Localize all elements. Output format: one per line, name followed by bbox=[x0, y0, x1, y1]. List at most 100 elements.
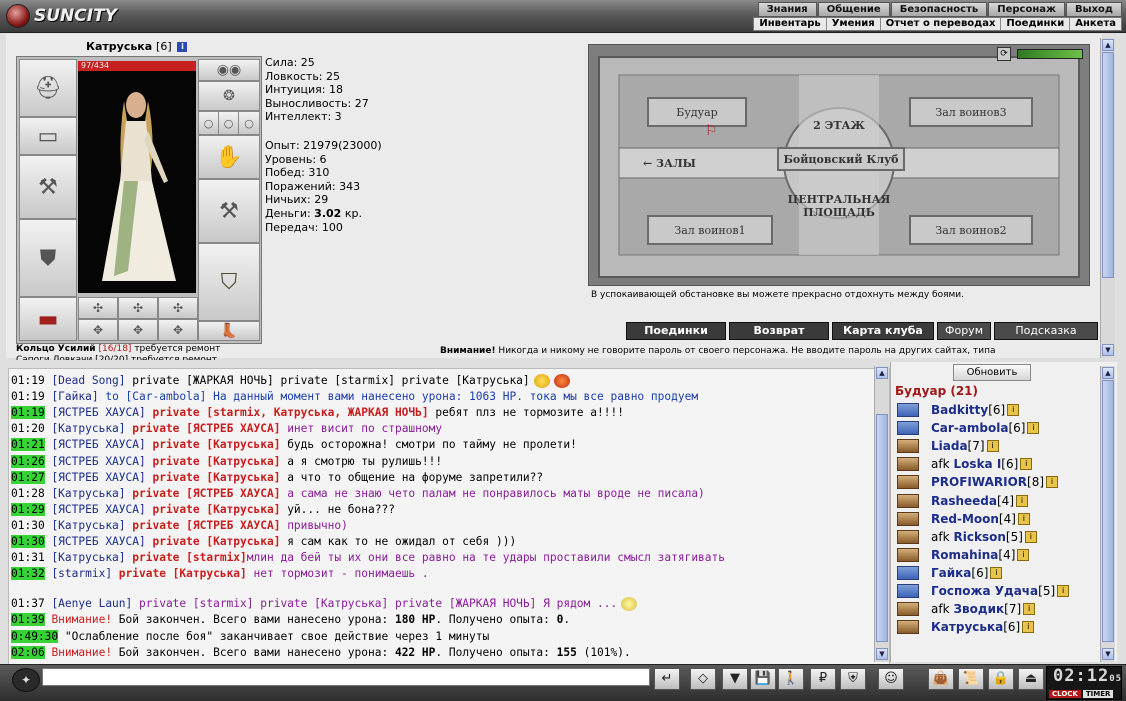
central-square-label[interactable]: ЦЕНТРАЛЬНАЯ ПЛОЩАДЬ bbox=[779, 193, 899, 219]
private-recipient[interactable]: private [Катруська] bbox=[146, 455, 280, 468]
message-timestamp[interactable]: 01:37 bbox=[11, 597, 45, 610]
sender-nick[interactable]: [ЯСТРЕБ ХАУСА] bbox=[51, 438, 145, 451]
upper-scrollbar[interactable]: ▲ ▼ bbox=[1100, 38, 1115, 358]
message-timestamp[interactable]: 01:32 bbox=[11, 567, 45, 581]
offhand-slot[interactable]: ⚒ bbox=[198, 179, 260, 243]
scroll-thumb[interactable] bbox=[1102, 52, 1114, 278]
emoji-menu-icon[interactable]: ✦ bbox=[12, 668, 40, 692]
user-info-icon[interactable]: i bbox=[1017, 548, 1030, 561]
user-row[interactable]: afk Зводик [7] i bbox=[897, 601, 1036, 617]
sender-nick[interactable]: [ЯСТРЕБ ХАУСА] bbox=[51, 406, 145, 419]
club-label[interactable]: Бойцовский Клуб bbox=[777, 147, 905, 171]
private-recipient[interactable]: private [Катруська] bbox=[146, 471, 280, 484]
subnav-inventory[interactable]: Инвентарь bbox=[754, 18, 825, 30]
bag-icon[interactable]: 👜 bbox=[928, 668, 954, 690]
scroll-icon[interactable]: 📜 bbox=[958, 668, 984, 690]
bracers-slot[interactable]: ▭ bbox=[19, 117, 77, 155]
nav-knowledge[interactable]: Знания bbox=[757, 2, 817, 17]
user-row[interactable]: PROFIWARIOR [8] i bbox=[897, 474, 1059, 490]
rune-slot-1[interactable]: ✥ bbox=[78, 319, 118, 341]
user-info-icon[interactable]: i bbox=[1017, 512, 1030, 525]
pocket-slot-3[interactable]: ✣ bbox=[158, 297, 198, 319]
message-timestamp[interactable]: 01:26 bbox=[11, 454, 45, 468]
sender-nick[interactable]: [ЯСТРЕБ ХАУСА] bbox=[51, 503, 145, 516]
armor-slot[interactable]: ⛊ bbox=[19, 219, 77, 297]
scroll-down-icon[interactable]: ▼ bbox=[1102, 648, 1114, 660]
ring2-slot[interactable]: ○ bbox=[218, 111, 239, 135]
private-recipient[interactable]: private [ЯСТРЕБ ХАУСА] bbox=[126, 422, 280, 435]
subnav-transfers[interactable]: Отчет о переводах bbox=[879, 18, 1001, 30]
user-name[interactable]: Катруська bbox=[931, 619, 1003, 635]
lock-icon[interactable]: 🔒 bbox=[988, 668, 1014, 690]
message-timestamp[interactable]: 01:30 bbox=[11, 519, 45, 532]
exit-icon[interactable]: ⏏ bbox=[1018, 668, 1044, 690]
user-name[interactable]: Badkitty bbox=[931, 402, 988, 418]
private-recipient[interactable]: private [ЯСТРЕБ ХАУСА] bbox=[126, 487, 280, 500]
timer-label[interactable]: TIMER bbox=[1082, 690, 1114, 698]
user-row[interactable]: Катруська [6] i bbox=[897, 619, 1035, 635]
rune-slot-3[interactable]: ✥ bbox=[158, 319, 198, 341]
user-name[interactable]: PROFIWARIOR bbox=[931, 474, 1027, 490]
user-info-icon[interactable]: i bbox=[1016, 494, 1028, 507]
user-info-icon[interactable]: i bbox=[1023, 603, 1036, 616]
sender-nick[interactable]: [ЯСТРЕБ ХАУСА] bbox=[51, 535, 145, 548]
translit-icon[interactable]: ₽ bbox=[810, 668, 836, 690]
user-name[interactable]: Зводик bbox=[954, 601, 1005, 617]
pocket-slot-2[interactable]: ✣ bbox=[118, 297, 158, 319]
belt-slot[interactable]: ▬ bbox=[19, 297, 77, 341]
chat-scrollbar[interactable]: ▲ ▼ bbox=[874, 366, 889, 662]
private-recipient[interactable]: private [ЯСТРЕБ ХАУСА] bbox=[126, 519, 280, 532]
user-row[interactable]: afk Loska I [6] i bbox=[897, 456, 1033, 472]
clock-label[interactable]: CLOCK bbox=[1049, 690, 1081, 698]
rune-slot-2[interactable]: ✥ bbox=[118, 319, 158, 341]
user-info-icon[interactable]: i bbox=[986, 440, 999, 453]
club-map-button[interactable]: Карта клуба bbox=[832, 322, 934, 340]
boots-slot[interactable]: 👢 bbox=[198, 321, 260, 341]
user-name[interactable]: Romahina bbox=[931, 547, 998, 563]
sender-nick[interactable]: [Dead Song] bbox=[51, 374, 125, 387]
room-hall2[interactable]: Зал воинов2 bbox=[909, 215, 1033, 245]
user-name[interactable]: Red-Moon bbox=[931, 511, 999, 527]
user-row[interactable]: Badkitty [6] i bbox=[897, 402, 1020, 418]
refresh-icon[interactable]: ⟳ bbox=[997, 47, 1011, 61]
message-timestamp[interactable]: 02:06 bbox=[11, 645, 45, 659]
room-hall1[interactable]: Зал воинов1 bbox=[647, 215, 773, 245]
message-timestamp[interactable]: 01:31 bbox=[11, 551, 45, 564]
amulet-slot[interactable]: ❂ bbox=[198, 81, 260, 111]
user-row[interactable]: Гайка [6] i bbox=[897, 565, 1003, 581]
scroll-thumb[interactable] bbox=[876, 414, 888, 642]
nav-communication[interactable]: Общение bbox=[817, 2, 890, 17]
message-timestamp[interactable]: 01:19 bbox=[11, 374, 45, 387]
online-scrollbar[interactable]: ▲ ▼ bbox=[1100, 366, 1115, 662]
user-row[interactable]: Romahina [4] i bbox=[897, 547, 1030, 563]
eraser-icon[interactable]: ◇ bbox=[690, 668, 716, 690]
sender-nick[interactable]: [ЯСТРЕБ ХАУСА] bbox=[51, 455, 145, 468]
hint-button[interactable]: Подсказка bbox=[994, 322, 1098, 340]
private-recipient[interactable]: private [Катруська] bbox=[112, 567, 247, 580]
user-name[interactable]: Rickson bbox=[954, 529, 1006, 545]
private-recipient[interactable]: private [Катруська] bbox=[146, 438, 280, 451]
user-name[interactable]: Loska I bbox=[954, 456, 1002, 472]
scroll-up-icon[interactable]: ▲ bbox=[1102, 39, 1114, 51]
halls-exit[interactable]: ← ЗАЛЫ bbox=[643, 157, 723, 170]
user-row[interactable]: Red-Moon [4] i bbox=[897, 511, 1030, 527]
user-name[interactable]: Liada bbox=[931, 438, 968, 454]
message-timestamp[interactable]: 01:29 bbox=[11, 502, 45, 516]
refresh-button[interactable]: Обновить bbox=[953, 364, 1031, 381]
sender-nick[interactable]: [Aenye Laun] bbox=[51, 597, 132, 610]
room-boudoir[interactable]: Будуар bbox=[647, 97, 747, 127]
ring3-slot[interactable]: ○ bbox=[238, 111, 260, 135]
message-timestamp[interactable]: 01:28 bbox=[11, 487, 45, 500]
message-timestamp[interactable]: 01:21 bbox=[11, 438, 45, 452]
forum-button[interactable]: Форум bbox=[937, 322, 991, 340]
smiley-icon[interactable]: ☺ bbox=[878, 668, 904, 690]
sender-nick[interactable]: [ЯСТРЕБ ХАУСА] bbox=[51, 471, 145, 484]
message-timestamp[interactable]: 0:49:30 bbox=[11, 629, 59, 643]
private-recipient[interactable]: private [starmix, Катруська, ЖАРКАЯ НОЧЬ… bbox=[146, 406, 428, 419]
user-row[interactable]: Госпожа Удача [5] i bbox=[897, 583, 1070, 599]
nav-character[interactable]: Персонаж bbox=[988, 2, 1065, 17]
nav-exit[interactable]: Выход bbox=[1065, 2, 1122, 17]
message-timestamp[interactable]: 01:20 bbox=[11, 422, 45, 435]
subnav-duels[interactable]: Поединки bbox=[1000, 18, 1069, 30]
message-timestamp[interactable]: 01:19 bbox=[11, 406, 45, 420]
